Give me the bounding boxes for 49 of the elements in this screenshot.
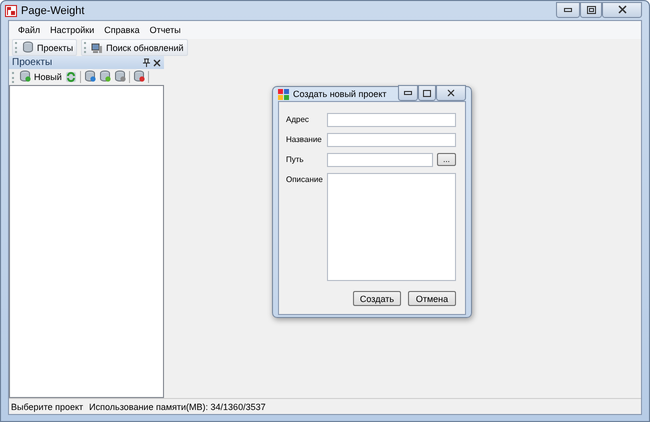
field-label: Путь [286, 154, 305, 166]
app-icon [278, 88, 289, 100]
maximize-button[interactable] [580, 2, 602, 18]
minimize-button[interactable] [398, 85, 418, 101]
close-button[interactable] [602, 2, 642, 18]
close-icon [447, 89, 455, 97]
close-button[interactable] [436, 85, 466, 101]
input-field[interactable] [327, 133, 456, 147]
close-icon [618, 5, 626, 14]
window-title: Page-Weight [21, 4, 84, 16]
dialog-button[interactable]: Создать [353, 291, 401, 306]
toolbar-button[interactable] [132, 70, 145, 84]
maximize-button[interactable] [418, 85, 436, 101]
toolbar-button[interactable] [64, 71, 77, 83]
database-icon [84, 70, 96, 84]
status-text: Использование памяти(MB): 34/1360/3537 [89, 402, 266, 412]
maximize-icon [423, 90, 431, 96]
app-logo-icon [5, 4, 17, 16]
input-field[interactable] [327, 113, 456, 127]
status-text: Выберите проект [11, 402, 84, 412]
toolbar-button[interactable] [114, 70, 126, 84]
menu-item[interactable]: Справка [99, 25, 145, 35]
database-gear-icon [114, 70, 126, 84]
field-label: Описание [286, 174, 324, 186]
database-delete-icon [132, 70, 145, 84]
refresh-icon [64, 71, 77, 83]
minimize-button[interactable] [556, 2, 580, 18]
database-plus-icon [19, 70, 31, 84]
new-button[interactable]: Новый [19, 70, 62, 84]
browse-button[interactable]: ... [437, 153, 456, 166]
toolbar-button[interactable] [98, 70, 111, 84]
menu-item[interactable]: Файл [13, 25, 46, 35]
toolbar-button[interactable] [84, 70, 96, 84]
panel-title: Проекты [12, 57, 54, 68]
input-field[interactable] [327, 153, 433, 167]
restore-icon [586, 6, 596, 14]
minimize-icon [404, 91, 412, 95]
dialog-title: Создать новый проект [293, 89, 387, 99]
menu-item[interactable]: Настройки [45, 25, 100, 35]
dialog-button[interactable]: Отмена [408, 291, 456, 306]
close-icon[interactable] [153, 58, 161, 66]
menu-item[interactable]: Отчеты [144, 25, 186, 35]
computer-icon [91, 42, 104, 54]
database-icon [22, 40, 34, 54]
minimize-icon [564, 8, 572, 12]
field-label: Адрес [286, 114, 310, 126]
database-arrow-icon [98, 70, 111, 84]
pin-icon[interactable] [143, 58, 150, 67]
field-label: Название [286, 134, 323, 146]
